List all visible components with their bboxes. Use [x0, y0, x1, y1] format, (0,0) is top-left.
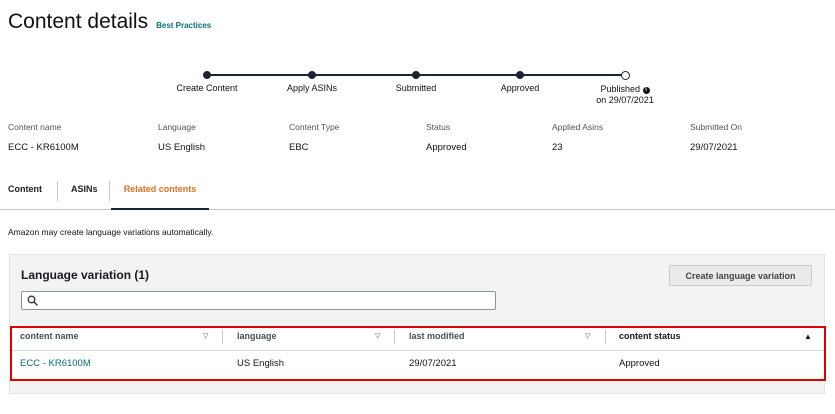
step-published-label: Published: [600, 84, 640, 94]
search-input[interactable]: [42, 293, 491, 309]
sort-icon[interactable]: ▽: [375, 325, 380, 350]
step-label: Approved: [500, 83, 540, 93]
meta-value: 29/07/2021: [690, 142, 738, 153]
page-title: Content details: [8, 10, 149, 33]
tab-divider: [109, 181, 110, 201]
step-published-date: on 29/07/2021: [596, 95, 654, 105]
language-variation-table: content name ▽ language ▽ last modified …: [9, 325, 825, 379]
step-label: Apply ASINs: [286, 83, 338, 93]
meta-submitted-on: Submitted On 29/07/2021: [690, 122, 742, 153]
step-label: Create Content: [176, 83, 238, 93]
meta-label: Submitted On: [690, 122, 742, 132]
search-icon: [27, 295, 38, 306]
column-divider: [222, 330, 223, 344]
meta-language: Language US English: [158, 122, 205, 153]
meta-value: US English: [158, 142, 205, 153]
meta-applied-asins: Applied Asins 23: [552, 122, 603, 153]
meta-label: Content name: [8, 122, 62, 132]
tab-asins[interactable]: ASINs: [71, 178, 98, 208]
column-divider: [394, 330, 395, 344]
progress-stepper: Create Content Apply ASINs Submitted App…: [150, 68, 690, 108]
step-dot: [516, 71, 524, 79]
panel-title: Language variation (1): [21, 268, 150, 282]
sort-ascending-icon[interactable]: ▲: [804, 325, 812, 350]
column-header-content-name[interactable]: content name: [20, 325, 79, 350]
step-label: Submitted: [395, 83, 437, 93]
table-header: content name ▽ language ▽ last modified …: [9, 325, 825, 351]
step-approved: Approved: [460, 68, 580, 94]
meta-content-type: Content Type EBC: [289, 122, 339, 153]
column-header-language[interactable]: language: [237, 325, 277, 350]
step-label: Published i on 29/07/2021: [565, 84, 685, 106]
meta-value: Approved: [426, 142, 467, 153]
step-submitted: Submitted: [356, 68, 476, 94]
page-header: Content details Best Practices: [8, 10, 211, 34]
step-published: Published i on 29/07/2021: [565, 68, 685, 106]
meta-content-name: Content name ECC - KR6100M: [8, 122, 79, 153]
cell-content-status: Approved: [619, 358, 660, 369]
meta-label: Applied Asins: [552, 122, 604, 132]
meta-value: EBC: [289, 142, 309, 153]
column-header-last-modified[interactable]: last modified: [409, 325, 465, 350]
step-dot-current: [620, 71, 630, 80]
step-apply-asins: Apply ASINs: [252, 68, 372, 94]
tab-related-contents[interactable]: Related contents: [111, 178, 209, 210]
meta-label: Language: [158, 122, 196, 132]
tab-content[interactable]: Content: [8, 178, 42, 208]
step-create-content: Create Content: [147, 68, 267, 94]
sort-icon[interactable]: ▽: [585, 325, 590, 350]
info-icon[interactable]: i: [642, 87, 650, 94]
sort-icon[interactable]: ▽: [203, 325, 208, 350]
tab-bar: Content ASINs Related contents: [0, 178, 835, 210]
tab-divider: [57, 181, 58, 201]
meta-label: Status: [426, 122, 451, 132]
search-box: [21, 291, 496, 310]
column-divider: [605, 330, 606, 344]
info-note: Amazon may create language variations au…: [8, 227, 214, 237]
meta-label: Content Type: [289, 122, 340, 132]
cell-last-modified: 29/07/2021: [409, 358, 457, 369]
meta-status: Status Approved: [426, 122, 467, 153]
meta-value: 23: [552, 142, 563, 153]
column-header-content-status[interactable]: content status: [619, 325, 681, 350]
step-dot: [412, 71, 420, 79]
step-dot: [308, 71, 316, 79]
cell-language: US English: [237, 358, 284, 369]
step-dot: [203, 71, 211, 79]
table-row: ECC - KR6100M US English 29/07/2021 Appr…: [9, 351, 825, 379]
best-practices-link[interactable]: Best Practices: [156, 21, 211, 30]
content-name-link[interactable]: ECC - KR6100M: [20, 351, 91, 379]
meta-value: ECC - KR6100M: [8, 142, 79, 153]
create-language-variation-button[interactable]: Create language variation: [669, 265, 812, 286]
